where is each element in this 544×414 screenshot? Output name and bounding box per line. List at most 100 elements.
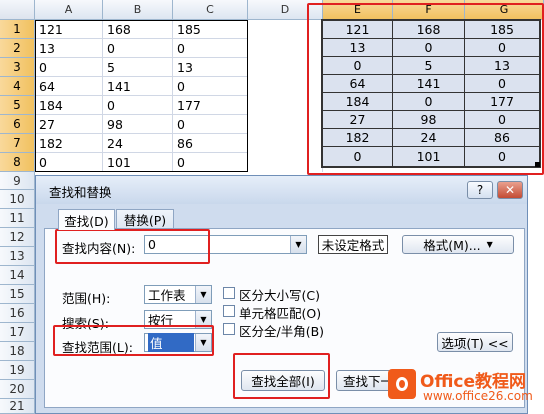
find-what-label: 查找内容(N): bbox=[62, 241, 136, 256]
look-in-label: 查找范围(L): bbox=[62, 340, 133, 355]
cell-e1[interactable]: 121 bbox=[323, 21, 393, 39]
cell-a5[interactable]: 184 bbox=[35, 96, 103, 115]
match-case-checkbox[interactable] bbox=[223, 287, 235, 299]
cell-b5[interactable]: 0 bbox=[103, 96, 173, 115]
tab-find[interactable]: 查找(D) bbox=[58, 209, 115, 230]
cell-c6[interactable]: 0 bbox=[173, 115, 248, 134]
cell-a1[interactable]: 121 bbox=[35, 20, 103, 39]
row-header-8[interactable]: 8 bbox=[0, 153, 35, 172]
look-in-dropdown-arrow[interactable]: ▼ bbox=[195, 334, 211, 351]
cell-g4[interactable]: 0 bbox=[465, 75, 539, 93]
row-header-6[interactable]: 6 bbox=[0, 115, 35, 134]
row-header-21[interactable]: 21 bbox=[0, 399, 35, 414]
column-header-c[interactable]: C bbox=[173, 0, 248, 20]
find-all-button[interactable]: 查找全部(I) bbox=[241, 370, 325, 391]
cell-a8[interactable]: 0 bbox=[35, 153, 103, 172]
close-button[interactable]: ✕ bbox=[497, 181, 523, 199]
row-header-12[interactable]: 12 bbox=[0, 228, 35, 247]
search-label: 搜索(S): bbox=[62, 316, 109, 331]
row-header-4[interactable]: 4 bbox=[0, 77, 35, 96]
cell-f7[interactable]: 24 bbox=[393, 129, 465, 147]
row-header-19[interactable]: 19 bbox=[0, 361, 35, 380]
cell-g3[interactable]: 13 bbox=[465, 57, 539, 75]
column-d-cells[interactable] bbox=[248, 20, 323, 172]
cell-g2[interactable]: 0 bbox=[465, 39, 539, 57]
row-header-2[interactable]: 2 bbox=[0, 39, 35, 58]
cell-g8[interactable]: 0 bbox=[465, 147, 539, 166]
find-next-button[interactable]: 查找下一 bbox=[336, 370, 396, 391]
row-header-18[interactable]: 18 bbox=[0, 342, 35, 361]
fill-handle[interactable] bbox=[535, 162, 540, 167]
within-dropdown-arrow[interactable]: ▼ bbox=[195, 286, 211, 303]
row-header-20[interactable]: 20 bbox=[0, 380, 35, 399]
cell-f3[interactable]: 5 bbox=[393, 57, 465, 75]
dialog-title: 查找和替换 bbox=[49, 185, 112, 200]
cell-e3[interactable]: 0 bbox=[323, 57, 393, 75]
help-button[interactable]: ? bbox=[467, 181, 493, 199]
column-header-b[interactable]: B bbox=[103, 0, 173, 20]
cell-a4[interactable]: 64 bbox=[35, 77, 103, 96]
cell-a3[interactable]: 0 bbox=[35, 58, 103, 77]
cell-g5[interactable]: 177 bbox=[465, 93, 539, 111]
cell-b3[interactable]: 5 bbox=[103, 58, 173, 77]
cell-e4[interactable]: 64 bbox=[323, 75, 393, 93]
search-dropdown-arrow[interactable]: ▼ bbox=[195, 311, 211, 328]
cell-e8[interactable]: 0 bbox=[323, 147, 393, 166]
cell-c7[interactable]: 86 bbox=[173, 134, 248, 153]
cell-g7[interactable]: 86 bbox=[465, 129, 539, 147]
cell-g1[interactable]: 185 bbox=[465, 21, 539, 39]
column-header-e[interactable]: E bbox=[323, 0, 393, 20]
cell-f4[interactable]: 141 bbox=[393, 75, 465, 93]
match-width-checkbox[interactable] bbox=[223, 323, 235, 335]
match-cell-checkbox[interactable] bbox=[223, 305, 235, 317]
cell-c2[interactable]: 0 bbox=[173, 39, 248, 58]
row-header-9[interactable]: 9 bbox=[0, 172, 35, 190]
cell-b6[interactable]: 98 bbox=[103, 115, 173, 134]
cell-f6[interactable]: 98 bbox=[393, 111, 465, 129]
row-header-13[interactable]: 13 bbox=[0, 247, 35, 266]
row-header-10[interactable]: 10 bbox=[0, 190, 35, 209]
cell-b4[interactable]: 141 bbox=[103, 77, 173, 96]
cell-b1[interactable]: 168 bbox=[103, 20, 173, 39]
cell-g6[interactable]: 0 bbox=[465, 111, 539, 129]
cell-b2[interactable]: 0 bbox=[103, 39, 173, 58]
cell-e2[interactable]: 13 bbox=[323, 39, 393, 57]
column-header-g[interactable]: G bbox=[465, 0, 544, 20]
row-header-5[interactable]: 5 bbox=[0, 96, 35, 115]
cell-f1[interactable]: 168 bbox=[393, 21, 465, 39]
row-header-16[interactable]: 16 bbox=[0, 304, 35, 323]
row-header-3[interactable]: 3 bbox=[0, 58, 35, 77]
row-header-15[interactable]: 15 bbox=[0, 285, 35, 304]
cell-e7[interactable]: 182 bbox=[323, 129, 393, 147]
row-header-7[interactable]: 7 bbox=[0, 134, 35, 153]
cell-a7[interactable]: 182 bbox=[35, 134, 103, 153]
select-all-corner[interactable] bbox=[0, 0, 35, 20]
format-button[interactable]: 格式(M)... ▼ bbox=[402, 235, 514, 254]
options-button[interactable]: 选项(T) << bbox=[437, 332, 513, 352]
cell-c3[interactable]: 13 bbox=[173, 58, 248, 77]
cell-f5[interactable]: 0 bbox=[393, 93, 465, 111]
cell-b8[interactable]: 101 bbox=[103, 153, 173, 172]
row-header-17[interactable]: 17 bbox=[0, 323, 35, 342]
cell-a6[interactable]: 27 bbox=[35, 115, 103, 134]
cell-c4[interactable]: 0 bbox=[173, 77, 248, 96]
tab-replace[interactable]: 替换(P) bbox=[116, 209, 174, 229]
cell-c8[interactable]: 0 bbox=[173, 153, 248, 172]
cell-e6[interactable]: 27 bbox=[323, 111, 393, 129]
cell-f2[interactable]: 0 bbox=[393, 39, 465, 57]
cell-e5[interactable]: 184 bbox=[323, 93, 393, 111]
cell-a2[interactable]: 13 bbox=[35, 39, 103, 58]
find-what-dropdown-arrow[interactable]: ▼ bbox=[290, 236, 306, 253]
cell-f8[interactable]: 101 bbox=[393, 147, 465, 166]
cell-c1[interactable]: 185 bbox=[173, 20, 248, 39]
cell-c5[interactable]: 177 bbox=[173, 96, 248, 115]
office-logo-ring-icon bbox=[396, 377, 408, 391]
column-header-f[interactable]: F bbox=[393, 0, 465, 20]
row-header-11[interactable]: 11 bbox=[0, 209, 35, 228]
cell-b7[interactable]: 24 bbox=[103, 134, 173, 153]
column-header-a[interactable]: A bbox=[35, 0, 103, 20]
column-header-d[interactable]: D bbox=[248, 0, 323, 20]
find-what-input[interactable]: 0 bbox=[144, 235, 307, 254]
row-header-14[interactable]: 14 bbox=[0, 266, 35, 285]
row-header-1[interactable]: 1 bbox=[0, 20, 35, 39]
